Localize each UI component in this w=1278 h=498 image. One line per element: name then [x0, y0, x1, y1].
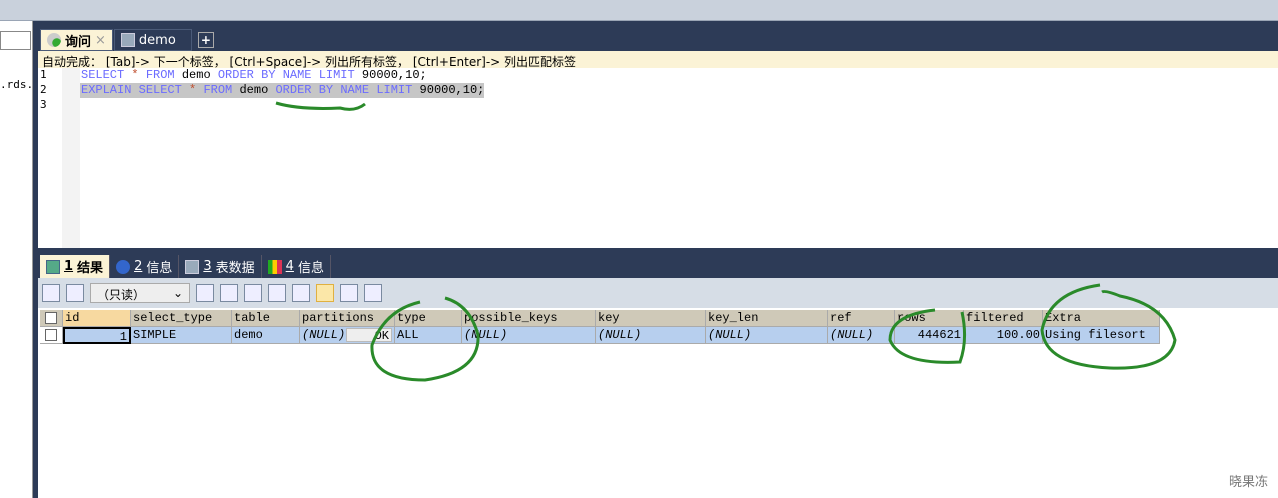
- annotation-circle-type: [370, 296, 480, 382]
- annotation-underline: [275, 101, 366, 111]
- handwritten-annotations: [275, 101, 1177, 382]
- annotation-circle-extra: [1040, 283, 1177, 370]
- annotation-circle-rows: [888, 308, 967, 364]
